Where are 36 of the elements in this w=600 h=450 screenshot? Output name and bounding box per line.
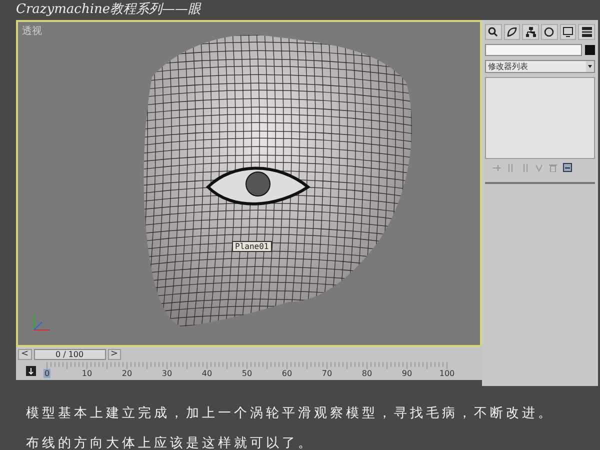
create-tab[interactable] bbox=[485, 24, 502, 40]
timeline-label: 90 bbox=[400, 369, 414, 378]
modifier-list-dropdown[interactable]: 修改器列表 bbox=[485, 60, 595, 73]
tutorial-title: Crazymachine教程系列——眼 bbox=[15, 1, 202, 19]
timeline-label: 40 bbox=[200, 369, 214, 378]
utilities-tab[interactable] bbox=[578, 24, 596, 40]
tree-icon bbox=[526, 27, 536, 37]
timeline-label: 60 bbox=[280, 369, 294, 378]
bars-icon bbox=[582, 27, 592, 37]
viewport[interactable]: 透视 Plane01 bbox=[16, 20, 482, 347]
timeline-label: 0 bbox=[43, 369, 51, 378]
object-tooltip: Plane01 bbox=[232, 241, 272, 252]
configure-icon[interactable] bbox=[563, 163, 572, 172]
object-color-swatch[interactable] bbox=[585, 45, 595, 55]
modify-tab[interactable] bbox=[504, 24, 520, 40]
motion-tab[interactable] bbox=[541, 24, 558, 40]
monitor-icon bbox=[563, 27, 574, 37]
next-frame-button[interactable]: > bbox=[108, 348, 122, 360]
key-mode-icon[interactable] bbox=[26, 366, 36, 376]
timeline-label: 70 bbox=[320, 369, 334, 378]
timeline-label: 10 bbox=[80, 369, 94, 378]
object-name-field[interactable] bbox=[485, 44, 582, 56]
time-slider-handle[interactable]: 0 / 100 bbox=[34, 348, 106, 360]
timeline-label: 80 bbox=[360, 369, 374, 378]
caption-text: 布线的方向大体上应该是这样就可以了。 bbox=[26, 435, 315, 450]
hierarchy-tab[interactable] bbox=[522, 24, 540, 40]
timeline-label: 20 bbox=[120, 369, 134, 378]
circle-icon bbox=[544, 27, 554, 37]
timeline-label: 100 bbox=[438, 369, 456, 378]
timeline-label: 30 bbox=[160, 369, 174, 378]
curve-icon bbox=[507, 27, 517, 37]
caret-icon bbox=[586, 61, 594, 72]
display-tab[interactable] bbox=[560, 24, 576, 40]
previous-frame-button[interactable]: < bbox=[18, 348, 32, 360]
caption-text: 模型基本上建立完成，加上一个涡轮平滑观察模型，寻找毛病，不断改进。 bbox=[26, 405, 555, 422]
timeline-label: 50 bbox=[240, 369, 254, 378]
